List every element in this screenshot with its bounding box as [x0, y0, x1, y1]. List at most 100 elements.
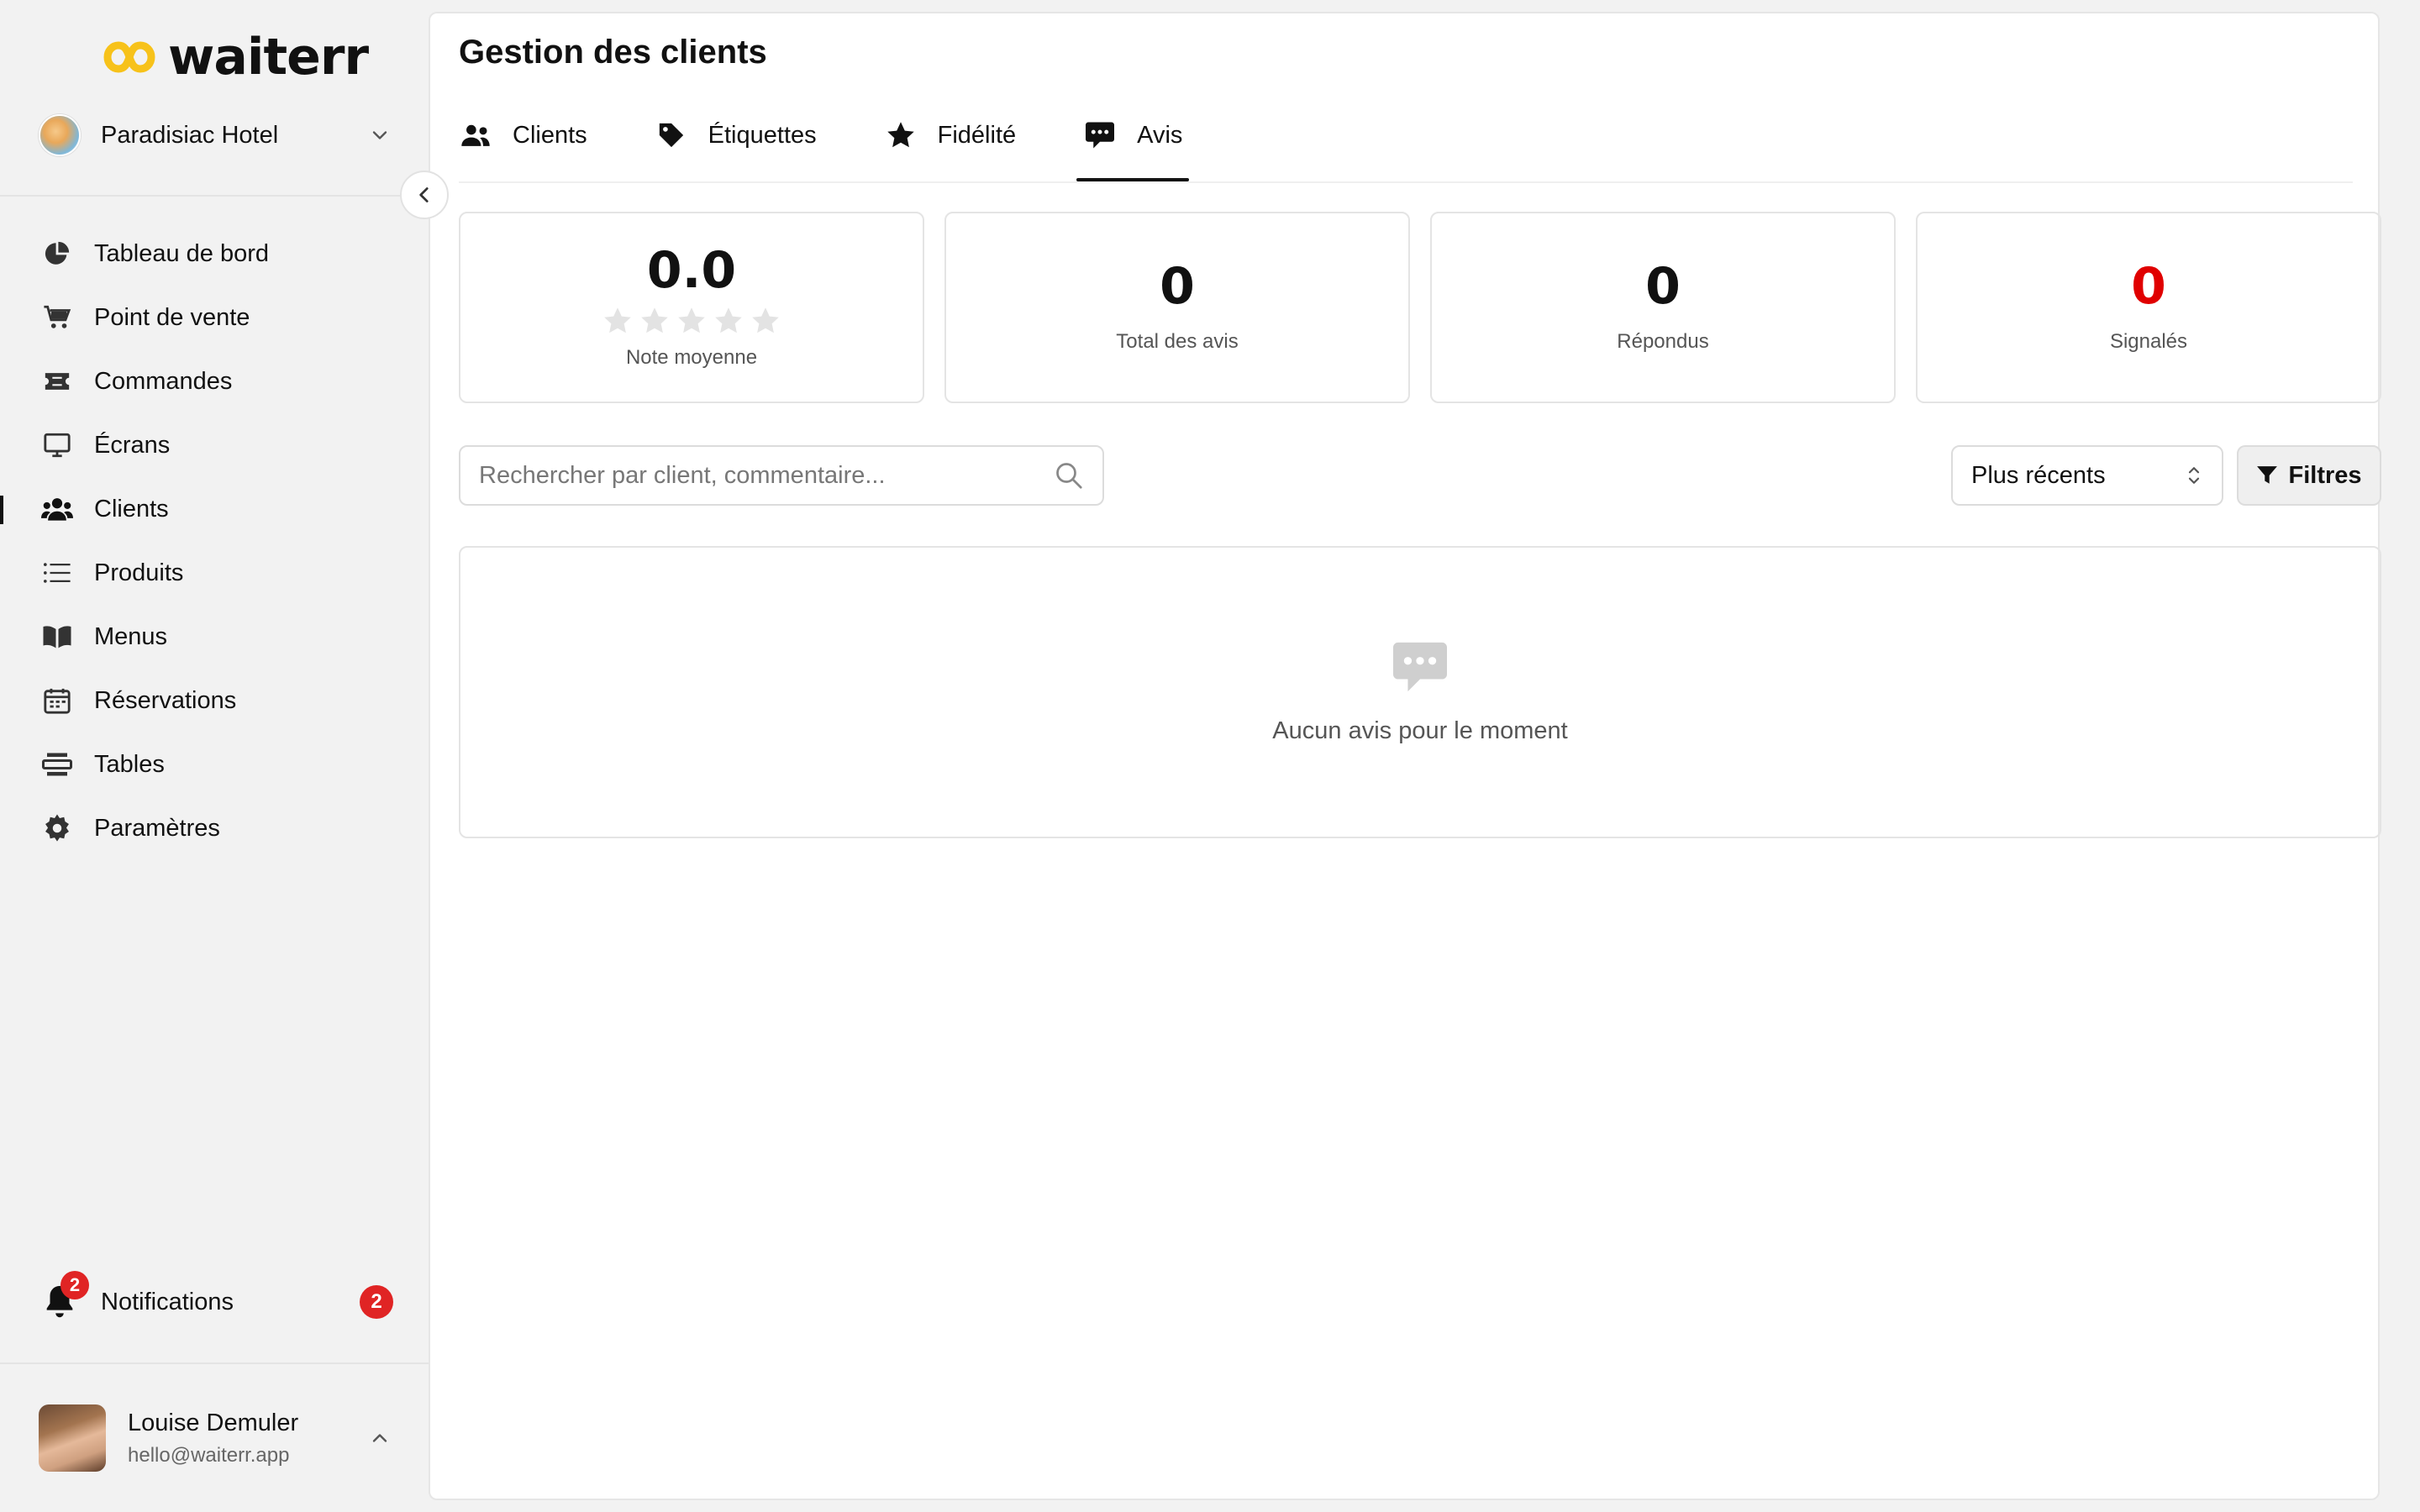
- sidebar-item-tables[interactable]: Tables: [0, 732, 429, 796]
- users-icon: [40, 492, 74, 526]
- tab-label: Avis: [1137, 121, 1183, 149]
- user-email: hello@waiterr.app: [128, 1443, 290, 1467]
- stat-card-reported: 0 Signalés: [1916, 212, 2381, 403]
- filters-label: Filtres: [2288, 461, 2362, 489]
- sidebar-item-label: Menus: [94, 622, 168, 650]
- stat-value: 0: [1645, 257, 1681, 316]
- tab-clients[interactable]: Clients: [459, 97, 587, 173]
- sidebar-item-label: Réservations: [94, 686, 237, 714]
- page-title: Gestion des clients: [459, 34, 767, 71]
- sidebar-item-clients[interactable]: Clients: [0, 477, 429, 541]
- sidebar-item-tableau-de-bord[interactable]: Tableau de bord: [0, 222, 429, 286]
- gear-icon: [40, 811, 74, 845]
- sidebar-item-parametres[interactable]: Paramètres: [0, 796, 429, 860]
- sidebar-nav: Tableau de bord Point de vente Commandes…: [0, 222, 429, 860]
- stat-value: 0: [1160, 257, 1195, 316]
- stat-card-total-reviews: 0 Total des avis: [944, 212, 1410, 403]
- users-icon: [459, 118, 492, 152]
- stat-card-answered: 0 Répondus: [1430, 212, 1896, 403]
- sidebar-item-point-de-vente[interactable]: Point de vente: [0, 286, 429, 349]
- tab-label: Étiquettes: [708, 121, 817, 149]
- stat-value: 0.0: [646, 241, 737, 300]
- search-icon: [1056, 463, 1082, 489]
- sidebar-item-label: Produits: [94, 559, 184, 586]
- notification-dot-badge: 2: [60, 1271, 89, 1299]
- book-icon: [40, 620, 74, 654]
- stat-value: 0: [2131, 257, 2166, 316]
- chevron-up-down-icon: [2188, 467, 2200, 484]
- sidebar: waiterr Paradisiac Hotel Tableau de bord…: [0, 0, 429, 1512]
- chevron-left-icon: [419, 187, 429, 202]
- stat-label: Total des avis: [1116, 330, 1239, 353]
- stat-label: Note moyenne: [625, 346, 758, 369]
- tab-label: Clients: [513, 121, 587, 149]
- sidebar-item-label: Clients: [94, 495, 169, 522]
- star-icon: [884, 118, 918, 152]
- sidebar-item-menus[interactable]: Menus: [0, 605, 429, 669]
- brand-logo[interactable]: waiterr: [99, 28, 369, 87]
- tabs-divider: [459, 181, 2353, 183]
- chevron-down-icon: [372, 131, 387, 139]
- sidebar-divider: [0, 195, 429, 197]
- sidebar-item-label: Paramètres: [94, 814, 220, 842]
- stat-label: Signalés: [2109, 330, 2188, 353]
- rating-stars: [602, 306, 781, 336]
- venue-name: Paradisiac Hotel: [101, 121, 279, 149]
- star-icon: [641, 307, 668, 333]
- tab-etiquettes[interactable]: Étiquettes: [655, 97, 817, 173]
- sidebar-item-label: Point de vente: [94, 303, 250, 331]
- empty-state-message: Aucun avis pour le moment: [1272, 717, 1568, 744]
- tag-icon: [655, 118, 688, 152]
- infinity-logo-icon: [103, 41, 155, 73]
- comment-dots-icon: [1393, 642, 1447, 691]
- comment-dots-icon: [1083, 118, 1117, 152]
- tab-label: Fidélité: [937, 121, 1017, 149]
- cart-icon: [40, 301, 74, 334]
- sort-selected-value: Plus récents: [1971, 461, 2106, 489]
- empty-state: Aucun avis pour le moment: [459, 546, 2381, 838]
- sidebar-item-produits[interactable]: Produits: [0, 541, 429, 605]
- user-menu[interactable]: Louise Demuler hello@waiterr.app: [39, 1403, 392, 1473]
- avatar: [39, 1404, 106, 1472]
- list-icon: [40, 556, 74, 590]
- star-icon: [604, 307, 631, 333]
- sidebar-item-reservations[interactable]: Réservations: [0, 669, 429, 732]
- sidebar-item-ecrans[interactable]: Écrans: [0, 413, 429, 477]
- stat-card-average-rating: 0.0 Note moyenne: [459, 212, 924, 403]
- user-info: Louise Demuler hello@waiterr.app: [128, 1410, 368, 1467]
- pie-chart-icon: [40, 237, 74, 270]
- sidebar-item-label: Tables: [94, 750, 165, 778]
- sidebar-item-label: Écrans: [94, 431, 171, 459]
- notifications-count-badge: 2: [360, 1285, 393, 1319]
- filters-button[interactable]: Filtres: [2237, 445, 2381, 506]
- search-box[interactable]: [459, 445, 1104, 506]
- sort-select[interactable]: Plus récents: [1951, 445, 2223, 506]
- sidebar-item-commandes[interactable]: Commandes: [0, 349, 429, 413]
- star-icon: [715, 307, 742, 333]
- venue-selector[interactable]: Paradisiac Hotel: [39, 111, 392, 160]
- user-name: Louise Demuler: [128, 1409, 299, 1436]
- bell-icon: 2: [40, 1271, 89, 1321]
- tab-avis[interactable]: Avis: [1076, 97, 1190, 181]
- sidebar-item-label: Commandes: [94, 367, 233, 395]
- star-icon: [752, 307, 779, 333]
- ticket-icon: [40, 365, 74, 398]
- tabs: Clients Étiquettes Fidélité Avis: [459, 97, 1249, 181]
- stats-row: 0.0 Note moyenne 0 Total des avis 0 Répo…: [459, 212, 2381, 403]
- venue-avatar: [39, 114, 81, 156]
- notifications-label: Notifications: [101, 1288, 234, 1315]
- sidebar-divider: [0, 1362, 429, 1364]
- monitor-icon: [40, 428, 74, 462]
- tab-fidelite[interactable]: Fidélité: [884, 97, 1017, 173]
- calendar-icon: [40, 684, 74, 717]
- stat-label: Répondus: [1617, 330, 1709, 353]
- chevron-up-icon: [372, 1434, 387, 1442]
- search-input[interactable]: [479, 461, 1054, 490]
- collapse-sidebar-button[interactable]: [400, 171, 449, 219]
- brand-name: waiterr: [168, 28, 369, 87]
- filter-icon: [2257, 466, 2278, 484]
- main-panel: Gestion des clients Clients Étiquettes F…: [429, 12, 2381, 1500]
- sidebar-item-label: Tableau de bord: [94, 239, 269, 267]
- star-icon: [678, 307, 705, 333]
- notifications-item[interactable]: 2 Notifications 2: [40, 1271, 393, 1327]
